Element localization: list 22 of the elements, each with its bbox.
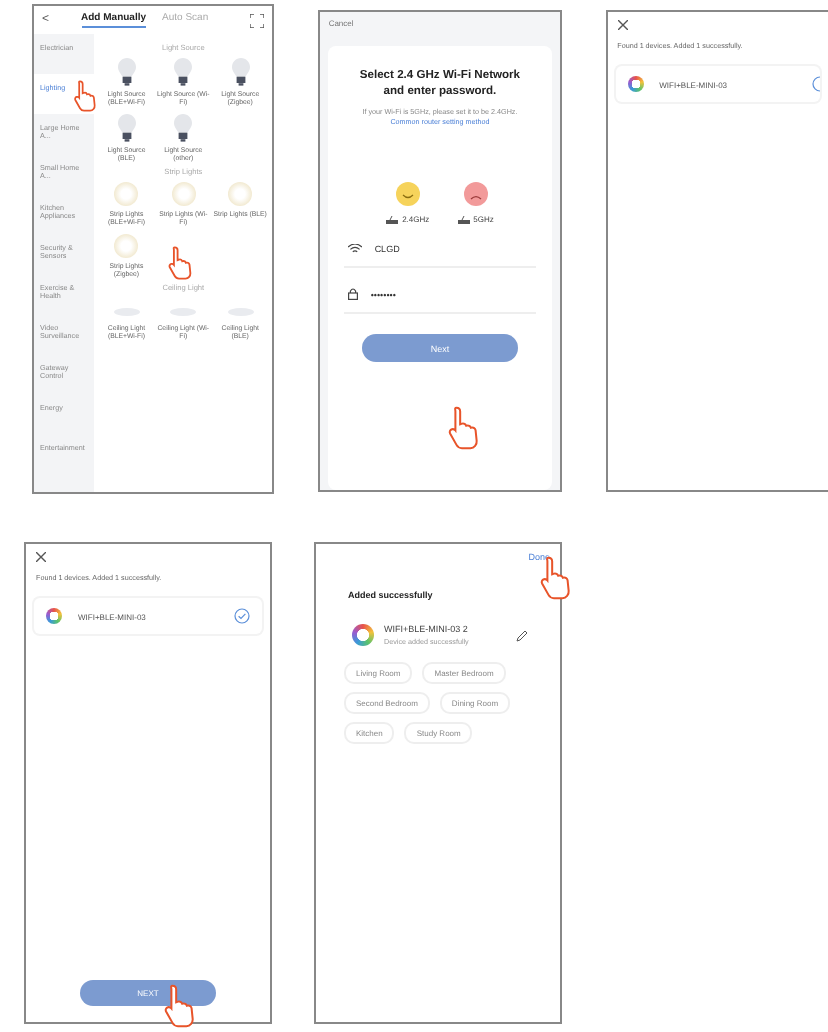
bulb-icon bbox=[117, 114, 136, 142]
edit-icon[interactable] bbox=[516, 629, 528, 641]
device-logo-icon bbox=[352, 624, 374, 646]
router-icon bbox=[386, 215, 399, 224]
bulb-icon bbox=[117, 58, 136, 86]
strip-light-icon bbox=[171, 182, 196, 206]
scan-icon[interactable] bbox=[250, 13, 265, 27]
wifi-icon bbox=[348, 244, 363, 255]
strip-light-icon bbox=[114, 234, 139, 258]
lock-icon bbox=[348, 288, 359, 301]
pointing-hand-icon bbox=[444, 406, 481, 450]
pointing-hand-icon bbox=[166, 246, 192, 280]
bulb-icon bbox=[174, 114, 193, 142]
bulb-icon bbox=[174, 58, 193, 86]
strip-light-icon bbox=[228, 182, 253, 206]
device-logo-icon bbox=[46, 608, 62, 624]
close-icon[interactable] bbox=[617, 20, 628, 30]
device-logo-icon bbox=[627, 76, 644, 92]
close-icon[interactable] bbox=[36, 552, 46, 562]
bulb-icon bbox=[231, 58, 250, 86]
strip-light-icon bbox=[114, 182, 139, 206]
router-icon bbox=[457, 215, 470, 224]
